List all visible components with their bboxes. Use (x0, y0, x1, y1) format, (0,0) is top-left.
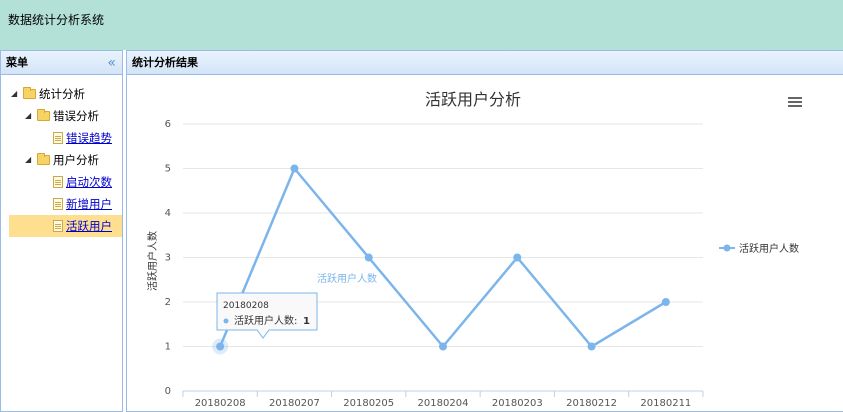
data-point[interactable] (513, 253, 522, 262)
tooltip: 20180208 活跃用户人数: 1 (216, 292, 318, 339)
file-icon (53, 220, 63, 232)
tree-node-label: 统计分析 (39, 87, 85, 101)
x-tick-label: 20180204 (418, 398, 469, 409)
app-header: 数据统计分析系统 (0, 0, 843, 50)
data-point[interactable] (587, 342, 596, 351)
file-icon (53, 198, 63, 210)
data-point[interactable] (661, 298, 670, 306)
y-tick-label: 1 (165, 342, 171, 353)
main-title: 统计分析结果 (132, 56, 198, 69)
series-inline-label: 活跃用户人数 (317, 272, 377, 285)
y-tick-label: 4 (165, 208, 171, 219)
x-tick-label: 20180208 (195, 398, 246, 409)
legend[interactable]: 活跃用户人数 (719, 242, 799, 255)
y-tick-label: 3 (165, 253, 171, 264)
sidebar: 菜单 « ◢ 统计分析 ◢ 错误分析 错误趋势 ◢ 用户分析 启动次数 新增用户… (0, 50, 123, 412)
tree-node-error-analysis[interactable]: ◢ 错误分析 (1, 105, 122, 127)
sidebar-header: 菜单 « (1, 51, 122, 75)
sidebar-title: 菜单 (6, 56, 28, 69)
expand-arrow-icon[interactable]: ◢ (25, 105, 31, 127)
x-tick-label: 20180212 (566, 398, 617, 409)
file-icon (53, 176, 63, 188)
legend-item-label[interactable]: 活跃用户人数 (739, 242, 799, 255)
x-tick-label: 20180211 (640, 398, 691, 409)
tooltip-header: 20180208 (223, 301, 269, 311)
tooltip-value: 1 (303, 316, 310, 327)
tree-node-launch-count[interactable]: 启动次数 (1, 171, 122, 193)
y-tick-label: 5 (165, 164, 171, 175)
expand-arrow-icon[interactable]: ◢ (25, 149, 31, 171)
tree-node-error-trend[interactable]: 错误趋势 (1, 127, 122, 149)
tree-node-label: 错误分析 (53, 109, 99, 123)
tree-node-stats-analysis[interactable]: ◢ 统计分析 (1, 83, 122, 105)
file-icon (53, 132, 63, 144)
chart-menu-button[interactable] (785, 96, 805, 112)
x-tick-label: 20180205 (343, 398, 394, 409)
data-point[interactable] (439, 342, 447, 351)
tree-node-active-users[interactable]: 活跃用户 (9, 215, 122, 237)
tree-node-user-analysis[interactable]: ◢ 用户分析 (1, 149, 122, 171)
y-tick-label: 0 (165, 386, 171, 397)
menu-tree: ◢ 统计分析 ◢ 错误分析 错误趋势 ◢ 用户分析 启动次数 新增用户 活跃用户 (1, 75, 122, 237)
chart-title: 活跃用户分析 (425, 90, 521, 109)
tree-node-label: 用户分析 (53, 153, 99, 167)
expand-arrow-icon[interactable]: ◢ (11, 83, 17, 105)
y-tick-label: 2 (165, 297, 171, 308)
app-title: 数据统计分析系统 (8, 13, 105, 27)
folder-icon (37, 153, 50, 165)
x-tick-label: 20180203 (492, 398, 543, 409)
main-panel: 统计分析结果 0 1 2 3 4 5 6 20180208 20180207 20180205 20… (126, 50, 843, 412)
x-tick-label: 20180207 (269, 398, 320, 409)
folder-icon (23, 87, 36, 99)
main-header: 统计分析结果 (127, 51, 843, 75)
data-point[interactable] (216, 342, 225, 351)
tooltip-label: 活跃用户人数: (234, 314, 297, 327)
folder-icon (37, 109, 50, 121)
y-tick-label: 6 (165, 119, 171, 130)
collapse-sidebar-button[interactable]: « (107, 51, 116, 75)
line-chart: 0 1 2 3 4 5 6 20180208 20180207 20180205 20180204 2… (146, 90, 805, 409)
tree-node-new-users[interactable]: 新增用户 (1, 193, 122, 215)
tree-link-error-trend[interactable]: 错误趋势 (66, 127, 112, 149)
data-point[interactable] (364, 253, 373, 262)
y-axis-title: 活跃用户人数 (146, 231, 159, 291)
tree-link-launch-count[interactable]: 启动次数 (66, 171, 112, 193)
data-point[interactable] (290, 164, 299, 173)
hamburger-menu-icon[interactable] (788, 97, 802, 99)
tree-link-active-users[interactable]: 活跃用户 (66, 215, 112, 237)
tree-link-new-users[interactable]: 新增用户 (66, 193, 112, 215)
